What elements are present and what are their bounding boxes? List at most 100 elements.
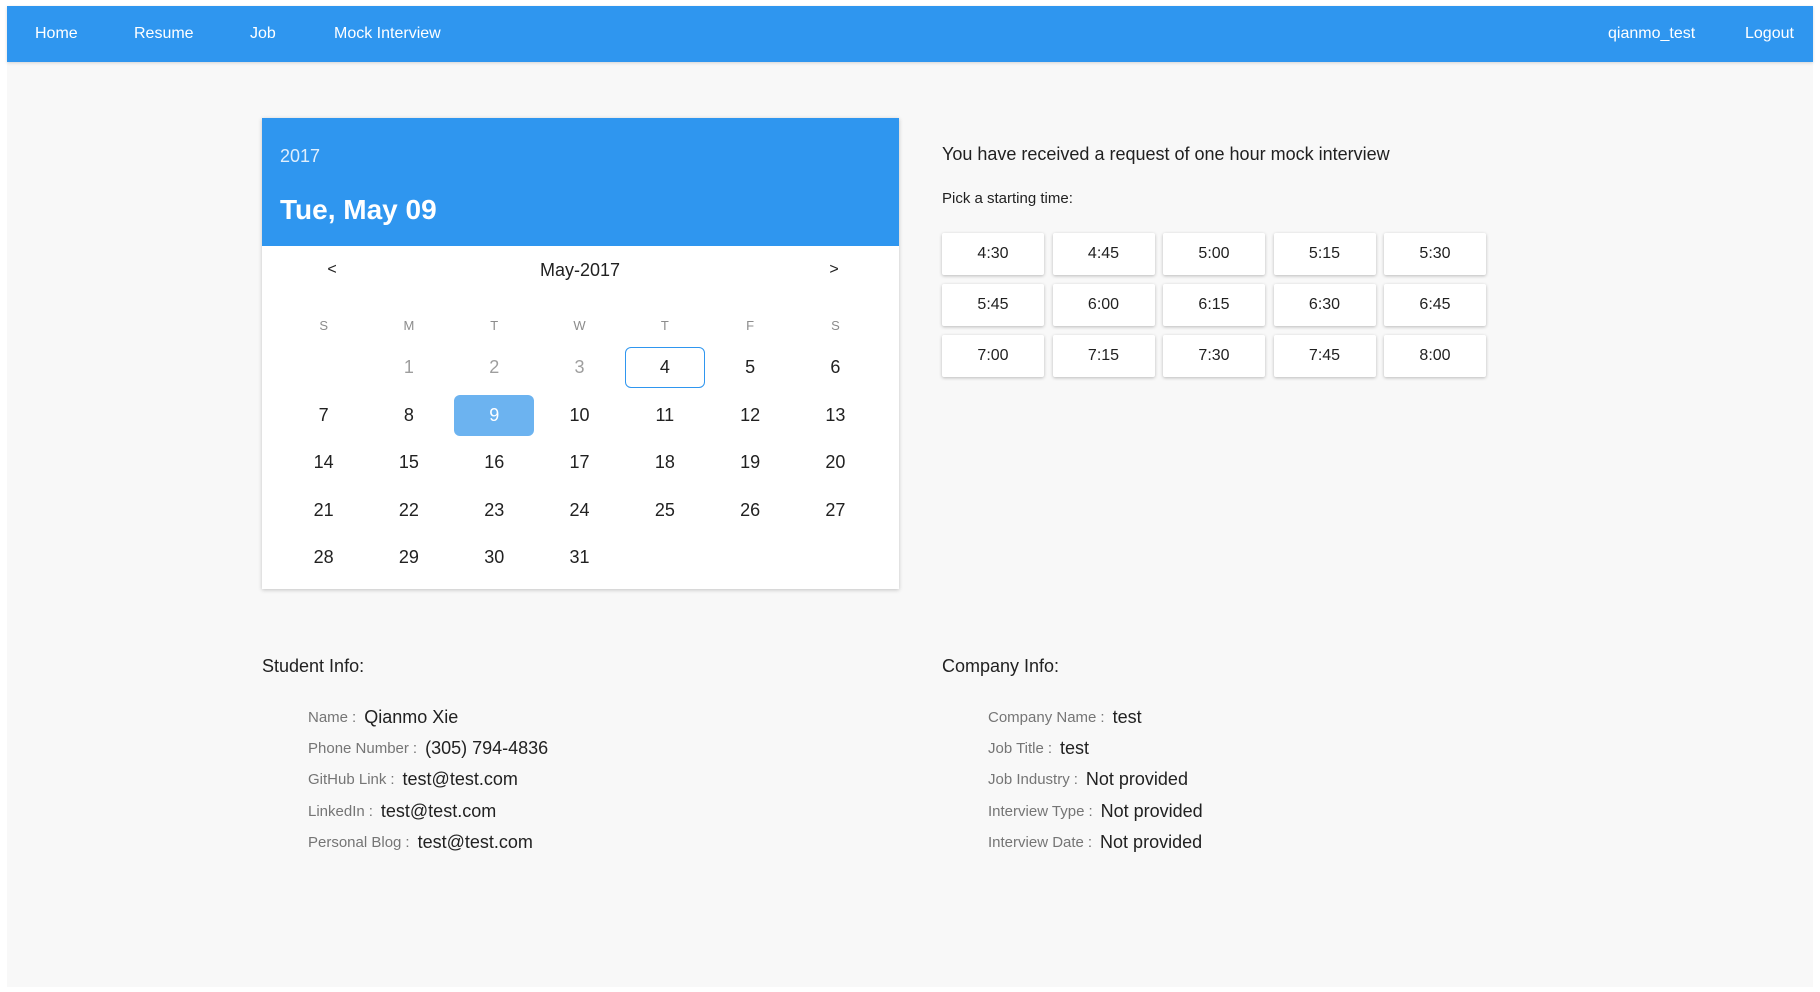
time-slot-button[interactable]: 6:45 bbox=[1384, 284, 1486, 326]
info-separator: : bbox=[1047, 740, 1053, 758]
calendar-day[interactable]: 23 bbox=[452, 487, 537, 535]
calendar-day[interactable]: 17 bbox=[537, 439, 622, 487]
weekday-label: T bbox=[490, 318, 499, 333]
time-slot-button[interactable]: 5:30 bbox=[1384, 233, 1486, 275]
time-slot-button[interactable]: 8:00 bbox=[1384, 335, 1486, 377]
calendar-day-number: 11 bbox=[655, 404, 675, 425]
calendar-day-number: 23 bbox=[484, 499, 505, 520]
calendar-day[interactable]: 20 bbox=[793, 439, 878, 487]
time-slot-button[interactable]: 5:15 bbox=[1273, 233, 1376, 275]
student-info-list: Name: Qianmo Xie Phone Number: (305) 794-48… bbox=[308, 702, 548, 858]
calendar-day-number: 12 bbox=[740, 404, 761, 425]
calendar-day[interactable]: 24 bbox=[537, 487, 622, 535]
nav-home-link[interactable]: Home bbox=[35, 6, 78, 62]
time-slot-button[interactable]: 6:30 bbox=[1273, 284, 1376, 326]
company-info-list: Company Name: test Job Title: test Job Indus… bbox=[988, 702, 1203, 858]
nav-resume-link[interactable]: Resume bbox=[134, 6, 194, 62]
calendar-day[interactable]: 22 bbox=[366, 487, 451, 535]
calendar-day[interactable]: 21 bbox=[281, 487, 366, 535]
calendar-day-number: 10 bbox=[569, 404, 590, 425]
info-label: GitHub Link bbox=[308, 771, 387, 789]
info-value: test bbox=[1112, 707, 1142, 728]
calendar-day[interactable]: 30 bbox=[452, 534, 537, 582]
calendar-day[interactable]: 19 bbox=[707, 439, 792, 487]
nav-username-link[interactable]: qianmo_test bbox=[1608, 6, 1695, 62]
calendar-day[interactable]: 12 bbox=[707, 392, 792, 440]
info-label: LinkedIn bbox=[308, 802, 365, 820]
time-slot-button[interactable]: 6:00 bbox=[1052, 284, 1155, 326]
weekday-label: F bbox=[746, 318, 755, 333]
request-title: You have received a request of one hour … bbox=[942, 144, 1390, 164]
calendar-day[interactable]: 29 bbox=[366, 534, 451, 582]
info-separator: : bbox=[1088, 802, 1093, 820]
calendar-day[interactable]: 26 bbox=[707, 487, 792, 535]
pick-time-label: Pick a starting time: bbox=[942, 190, 1073, 207]
time-slot-button[interactable]: 4:45 bbox=[1052, 233, 1155, 275]
calendar-day[interactable]: 6 bbox=[793, 344, 878, 392]
app-frame: Home Resume Job Mock Interview qianmo_te… bbox=[7, 6, 1813, 987]
previous-month-button[interactable]: < bbox=[312, 252, 352, 288]
calendar-day-number: 2 bbox=[489, 357, 500, 378]
calendar-day-number: 9 bbox=[454, 394, 535, 436]
info-label: Job Industry bbox=[988, 771, 1070, 789]
info-label: Personal Blog bbox=[308, 833, 402, 851]
time-slot-button[interactable]: 6:15 bbox=[1163, 284, 1265, 326]
next-month-button[interactable]: > bbox=[814, 252, 854, 288]
calendar-day[interactable]: 8 bbox=[366, 392, 451, 440]
info-label: Interview Type bbox=[988, 802, 1085, 820]
calendar-day[interactable]: 28 bbox=[281, 534, 366, 582]
calendar-day[interactable]: 31 bbox=[537, 534, 622, 582]
info-separator: : bbox=[368, 802, 373, 820]
calendar-day[interactable]: 15 bbox=[366, 439, 451, 487]
time-slot-button[interactable]: 7:45 bbox=[1273, 335, 1376, 377]
time-slot-button[interactable]: 5:45 bbox=[942, 284, 1044, 326]
calendar-day[interactable]: 16 bbox=[452, 439, 537, 487]
time-slot-grid: 4:30 4:45 5:00 5:15 5:30 5:45 6:00 6:15 6:30 6:45… bbox=[942, 233, 1486, 377]
company-info-row: Interview Date: Not provided bbox=[988, 827, 1203, 858]
calendar-day[interactable]: 25 bbox=[622, 487, 707, 535]
calendar-day[interactable]: 11 bbox=[622, 392, 707, 440]
calendar-day: 2 bbox=[452, 344, 537, 392]
calendar-day-number: 6 bbox=[830, 357, 841, 378]
calendar-day-number: 26 bbox=[740, 499, 761, 520]
info-value: Not provided bbox=[1100, 831, 1203, 852]
time-slot-button[interactable]: 4:30 bbox=[942, 233, 1044, 275]
logout-link[interactable]: Logout bbox=[1745, 6, 1794, 62]
student-info-row: Name: Qianmo Xie bbox=[308, 702, 548, 733]
nav-job-link[interactable]: Job bbox=[250, 6, 276, 62]
student-info-title: Student Info: bbox=[262, 656, 365, 676]
time-slot-button[interactable]: 7:30 bbox=[1163, 335, 1265, 377]
calendar-day[interactable]: 13 bbox=[793, 392, 878, 440]
calendar-day[interactable]: 27 bbox=[793, 487, 878, 535]
calendar-day-selected[interactable]: 9 bbox=[452, 392, 537, 440]
calendar-day-number: 5 bbox=[745, 357, 756, 378]
calendar-day[interactable]: 10 bbox=[537, 392, 622, 440]
student-info-row: LinkedIn: test@test.com bbox=[308, 796, 548, 827]
calendar-day-number: 20 bbox=[825, 452, 846, 473]
company-info-row: Job Industry: Not provided bbox=[988, 764, 1203, 795]
nav-mock-interview-link[interactable]: Mock Interview bbox=[334, 6, 441, 62]
info-separator: : bbox=[405, 833, 410, 851]
student-info-row: Personal Blog: test@test.com bbox=[308, 827, 548, 858]
calendar-day-today[interactable]: 4 bbox=[622, 344, 707, 392]
calendar-day-number: 8 bbox=[403, 404, 414, 425]
time-slot-button[interactable]: 5:00 bbox=[1163, 233, 1265, 275]
calendar-day[interactable]: 5 bbox=[707, 344, 792, 392]
calendar-year[interactable]: 2017 bbox=[280, 146, 320, 167]
info-value: test@test.com bbox=[380, 800, 497, 821]
info-label: Job Title bbox=[988, 740, 1044, 758]
calendar-day-number: 4 bbox=[624, 347, 705, 389]
calendar-day[interactable]: 7 bbox=[281, 392, 366, 440]
calendar-weekday-row: S M T W T F S bbox=[281, 318, 879, 338]
calendar-day[interactable]: 14 bbox=[281, 439, 366, 487]
calendar-day-number: 17 bbox=[569, 452, 590, 473]
time-slot-button[interactable]: 7:00 bbox=[942, 335, 1044, 377]
student-info-row: GitHub Link: test@test.com bbox=[308, 764, 548, 795]
time-slot-button[interactable]: 7:15 bbox=[1052, 335, 1155, 377]
calendar-day-number: 19 bbox=[740, 452, 761, 473]
company-info-row: Company Name: test bbox=[988, 702, 1203, 733]
weekday-label: S bbox=[319, 318, 328, 333]
calendar-day-number: 7 bbox=[318, 404, 329, 425]
calendar-month-label: May-2017 bbox=[539, 260, 621, 280]
calendar-day[interactable]: 18 bbox=[622, 439, 707, 487]
